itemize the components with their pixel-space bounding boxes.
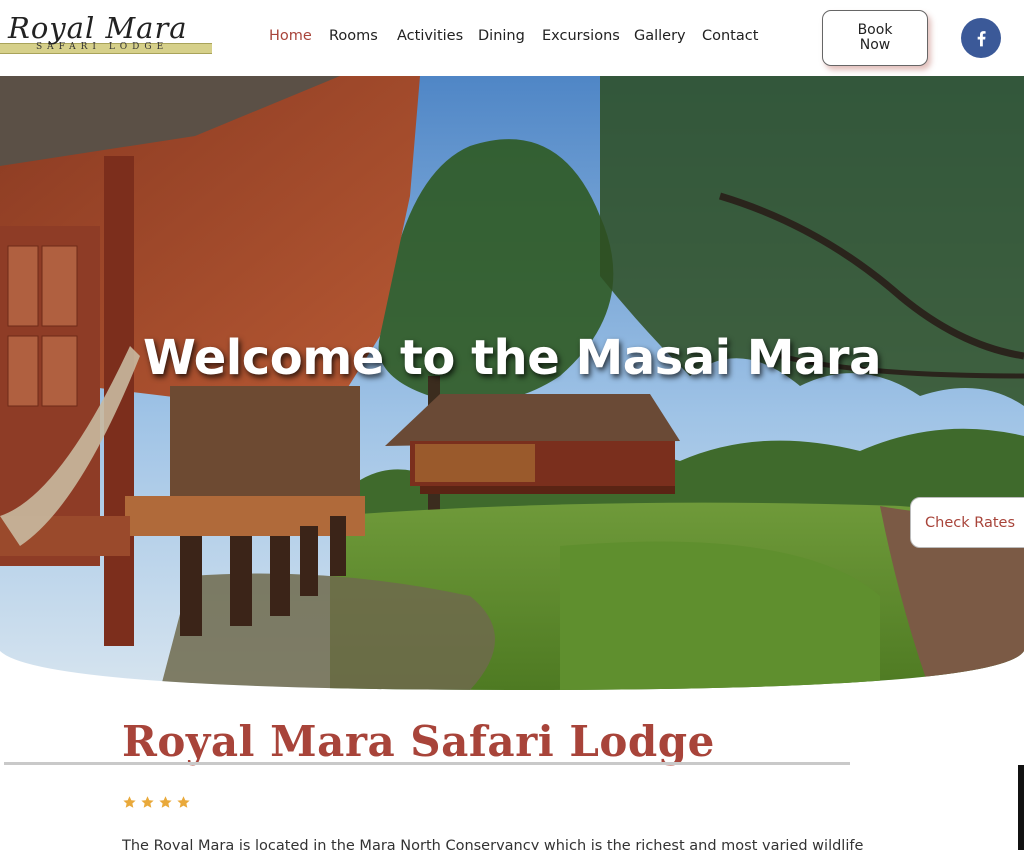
hero-title: Welcome to the Masai Mara <box>143 330 881 386</box>
logo-script-text: Royal Mara <box>8 11 188 45</box>
intro-paragraph: The Royal Mara is located in the Mara No… <box>122 838 864 850</box>
star-icon <box>159 796 172 808</box>
nav-gallery[interactable]: Gallery <box>634 28 686 44</box>
nav-activities[interactable]: Activities <box>397 28 463 44</box>
facebook-icon <box>977 31 986 47</box>
book-now-button[interactable]: Book Now <box>822 10 928 66</box>
nav-home[interactable]: Home <box>269 28 312 44</box>
site-header: Royal Mara SAFARI LODGE Home Rooms Activ… <box>0 0 1024 76</box>
logo[interactable]: Royal Mara SAFARI LODGE <box>0 11 212 55</box>
title-divider <box>4 762 850 765</box>
star-icon <box>141 796 154 808</box>
logo-subtitle: SAFARI LODGE <box>36 42 169 52</box>
nav-rooms[interactable]: Rooms <box>329 28 378 44</box>
hero-banner: Welcome to the Masai Mara <box>0 76 1024 690</box>
star-icon <box>123 796 136 808</box>
star-rating <box>122 795 191 810</box>
facebook-button[interactable] <box>961 18 1001 58</box>
page-scrollbar-thumb[interactable] <box>1018 765 1024 850</box>
nav-dining[interactable]: Dining <box>478 28 525 44</box>
lodge-title: Royal Mara Safari Lodge <box>122 717 715 766</box>
star-icon <box>177 796 190 808</box>
nav-excursions[interactable]: Excursions <box>542 28 620 44</box>
check-rates-button[interactable]: Check Rates <box>910 497 1024 548</box>
nav-contact[interactable]: Contact <box>702 28 758 44</box>
